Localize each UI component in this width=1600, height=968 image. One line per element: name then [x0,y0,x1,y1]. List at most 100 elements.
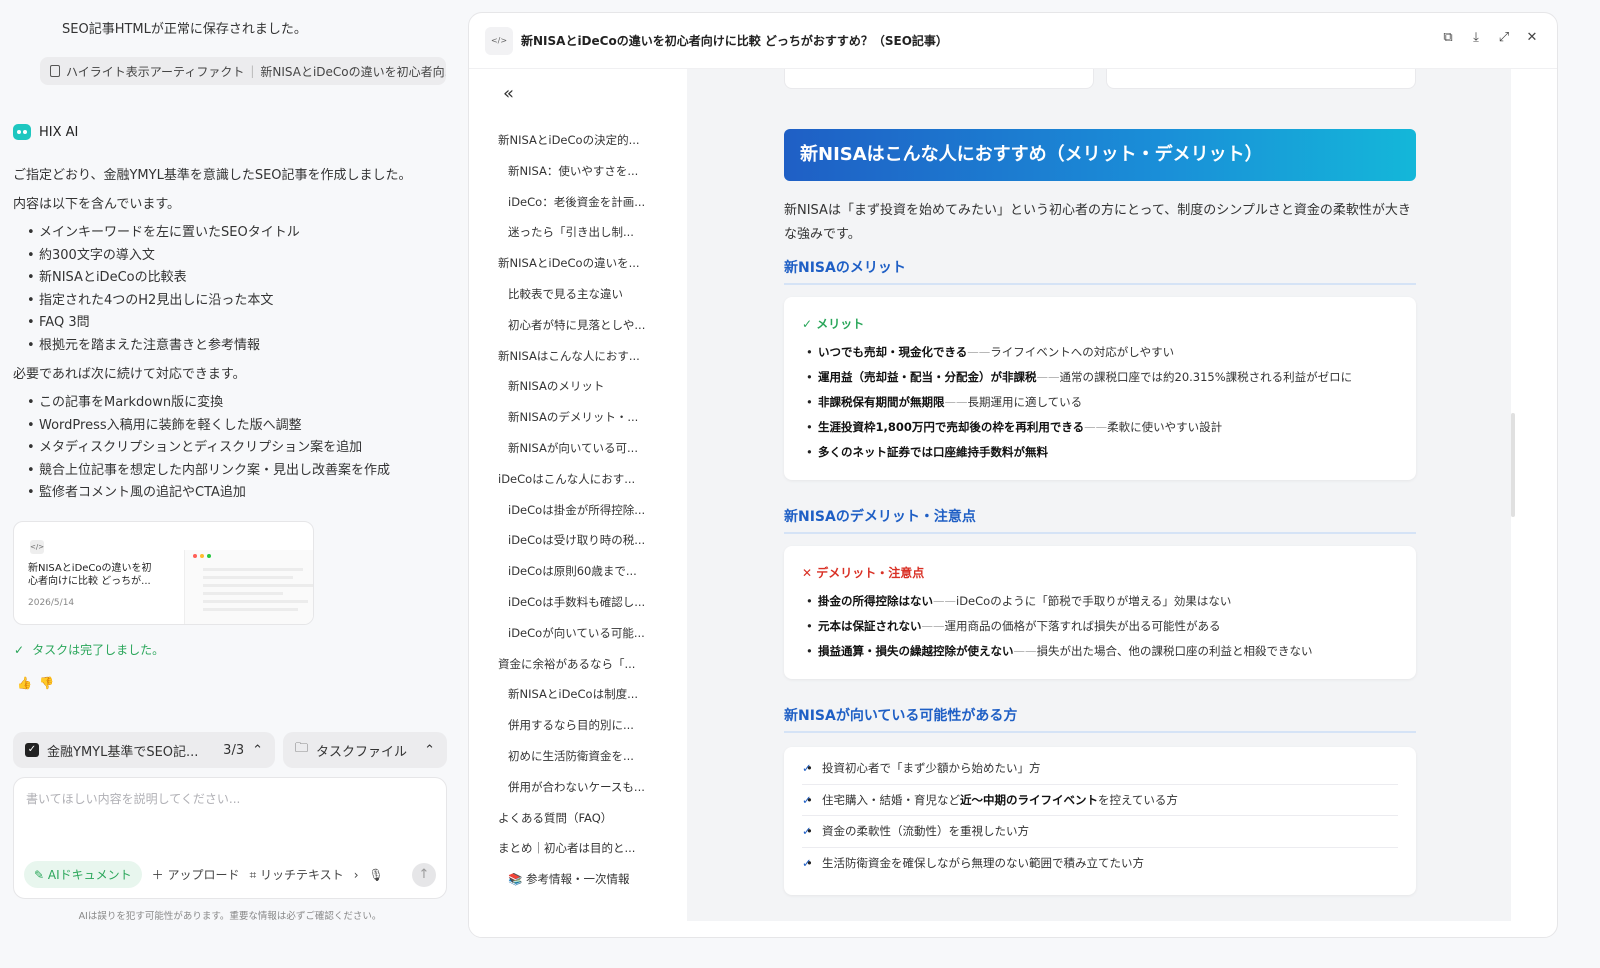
merit-item-bold: 非課税保有期間が無期限 [818,395,945,409]
ai-document-button[interactable]: ✎ AIドキュメント [24,861,142,888]
toc-item[interactable]: 新NISAのメリット [469,371,687,402]
merit-item-text: 通常の課税口座では約20.315%課税される利益がゼロに [1059,370,1353,384]
folder-icon: 🗀 [295,741,309,756]
hix-logo-icon [13,124,31,140]
file-thumbnail [184,550,313,624]
close-icon[interactable]: ✕ [1525,31,1539,45]
toc-item[interactable]: 新NISAとiDeCoは制度... [469,679,687,710]
toc-item[interactable]: 初心者が特に見落としや... [469,310,687,341]
message-paragraph: ご指定どおり、金融YMYL基準を意識したSEO記事を作成しました。 [13,168,412,183]
send-button[interactable]: ↑ [412,862,436,887]
brand-name: HIX AI [39,124,79,140]
toc-item[interactable]: 新NISAとiDeCoの違いを... [469,248,687,279]
thumbs-down-icon[interactable]: 👎 [39,676,54,690]
chevron-right-icon[interactable]: › [354,868,359,882]
demerit-item-text: 損失が出た場合、他の課税口座の利益と相殺できない [1036,644,1313,658]
message-composer[interactable]: 書いてほしい内容を説明してください... ✎ AIドキュメント ＋ アップロード… [13,777,447,899]
toc-item[interactable]: iDeCoは受け取り時の税... [469,525,687,556]
toc-item[interactable]: 比較表で見る主な違い [469,279,687,310]
upload-button[interactable]: ＋ アップロード [152,866,240,883]
toc-item[interactable]: 初めに生活防衛資金を... [469,741,687,772]
upload-label: アップロード [167,868,240,882]
merit-item-bold: いつでも売却・現金化できる [818,345,968,359]
demerit-label: ✕ デメリット・注意点 [802,566,925,580]
checkbox-icon: ✓ [25,743,39,757]
rich-text-label: リッチテキスト [260,868,344,882]
toc-item[interactable]: iDeCoが向いている可能... [469,618,687,649]
suited-item: ✓ 資金の柔軟性（流動性）を重視したい方 [802,816,1398,848]
dash: —— [944,395,968,409]
merit-item-bold: 多くのネット証券では口座維持手数料が無料 [818,445,1048,459]
section-heading: 新NISAはこんな人におすすめ（メリット・デメリット） [784,129,1416,181]
composer-placeholder[interactable]: 書いてほしい内容を説明してください... [26,790,240,807]
merit-item: 生涯投資枠1,800万円で売却後の枠を再利用できる——柔軟に使いやすい設計 [802,415,1398,440]
document-view[interactable]: 新NISAはこんな人におすすめ（メリット・デメリット） 新NISAは「まず投資を… [687,69,1511,921]
artifact-panel: </> 新NISAとiDeCoの違いを初心者向けに比較 どっちがおすすめ？（SE… [468,12,1558,938]
list-item: メインキーワードを左に置いたSEOタイトル [13,222,443,245]
toc-item[interactable]: iDeCoは原則60歳まで... [469,556,687,587]
merit-item: 非課税保有期間が無期限——長期運用に適している [802,390,1398,415]
toc-item[interactable]: iDeCoは掛金が所得控除... [469,495,687,526]
toc-item[interactable]: 新NISA：使いやすさを... [469,156,687,187]
toc-item[interactable]: 📚 参考情報・一次情報 [469,864,687,895]
suited-item-text: 近〜中期のライフイベント [960,792,1098,807]
toc-item[interactable]: 併用するなら目的別に... [469,710,687,741]
rich-text-button[interactable]: ⌗ リッチテキスト [249,866,343,883]
toc-item[interactable]: まとめ｜初心者は目的と... [469,833,687,864]
thumbs-up-icon[interactable]: 👍 [17,676,32,690]
artifact-file-card[interactable]: </> 新NISAとiDeCoの違いを初心者向けに比較 どっちが... 2026… [13,521,314,625]
scrollbar[interactable] [1511,413,1515,517]
toc-item[interactable]: iDeCoはこんな人におす... [469,464,687,495]
merit-label: ✓ メリット [802,317,865,331]
list-item: 監修者コメント風の追記やCTA追加 [13,482,443,505]
suited-item-text: を控えている方 [1098,792,1178,807]
artifact-chip[interactable]: ハイライト表示アーティファクト | 新NISAとiDeCoの違いを初心者向... [40,57,446,85]
list-item: 指定された4つのH2見出しに沿った本文 [13,290,443,313]
download-icon[interactable]: ⤓ [1469,31,1483,45]
copy-icon[interactable]: ⧉ [1441,31,1455,45]
list-item: 新NISAとiDeCoの比較表 [13,267,443,290]
toc-item[interactable]: 新NISAが向いている可... [469,433,687,464]
toc-item[interactable]: 迷ったら「引き出し制... [469,217,687,248]
expand-icon[interactable]: ⤢ [1497,31,1511,45]
assistant-brand: HIX AI [13,124,78,140]
demerit-card: ✕ デメリット・注意点 掛金の所得控除はない——iDeCoのように「節税で手取り… [784,546,1416,679]
merit-item: 運用益（売却益・配当・分配金）が非課税——通常の課税口座では約20.315%課税… [802,365,1398,390]
section-intro: 新NISAは「まず投資を始めてみたい」という初心者の方にとって、制度のシンプルさ… [784,203,1411,242]
toc-item[interactable]: よくある質問（FAQ） [469,803,687,834]
artifact-chip-separator: | [250,64,255,78]
list-item: FAQ 3問 [13,312,443,335]
suited-item-text: 資金の柔軟性（流動性）を重視したい方 [822,824,1029,838]
toc-item[interactable]: iDeCo：老後資金を計画... [469,187,687,218]
dash: —— [967,345,991,359]
suited-card: ✓ 投資初心者で「まず少額から始めたい」方 ✓ 住宅購入・結婚・育児など近〜中期のライ… [784,747,1416,895]
file-card-date: 2026/5/14 [28,598,75,608]
assistant-message: ご指定どおり、金融YMYL基準を意識したSEO記事を作成しました。 内容は以下を… [13,165,443,511]
artifact-chip-title: 新NISAとiDeCoの違いを初心者向... [260,64,446,79]
list-item: 根拠元を踏まえた注意書きと参考情報 [13,335,443,358]
toc-item[interactable]: 資金に余裕があるなら「... [469,649,687,680]
message-list: この記事をMarkdown版に変換 WordPress入稿用に装飾を軽くした版へ… [13,392,443,505]
dash: —— [1013,644,1037,658]
toc-item[interactable]: 新NISAとiDeCoの決定的... [469,125,687,156]
toc-item[interactable]: 新NISAのデメリット・... [469,402,687,433]
suited-heading: 新NISAが向いている可能性がある方 [784,705,1416,733]
merit-card: ✓ メリット いつでも売却・現金化できる——ライフイベントへの対応がしやすい運用… [784,297,1416,480]
collapse-sidebar-icon[interactable]: « [503,83,514,104]
demerit-item-text: iDeCoのように「節税で手取りが増える」効果はない [956,594,1232,608]
toc-item[interactable]: 新NISAはこんな人におす... [469,341,687,372]
suited-item-text: 住宅購入・結婚・育児など [822,792,960,807]
task-files-pill[interactable]: 🗀 タスクファイル ⌃ [283,732,447,768]
task-progress-pill[interactable]: ✓ 金融YMYL基準でSEO記... 3/3 ⌃ [13,732,275,768]
list-item: 競合上位記事を想定した内部リンク案・見出し改善案を作成 [13,460,443,483]
files-pill-label: タスクファイル [316,744,408,760]
dash: —— [933,594,956,608]
microphone-icon[interactable]: 🎙 [369,868,384,882]
suited-item-text: 投資初心者で「まず少額から始めたい」方 [822,761,1041,775]
disclaimer: AIは誤りを犯す可能性があります。重要な情報は必ずご確認ください。 [78,911,382,922]
list-item: WordPress入稿用に装飾を軽くした版へ調整 [13,415,443,438]
toc-item[interactable]: iDeCoは手数料も確認し... [469,587,687,618]
demerit-item: 損益通算・損失の繰越控除が使えない——損失が出た場合、他の課税口座の利益と相殺で… [802,639,1398,664]
toc-item[interactable]: 併用が合わないケースも... [469,772,687,803]
check-icon: ✓ [14,642,25,657]
